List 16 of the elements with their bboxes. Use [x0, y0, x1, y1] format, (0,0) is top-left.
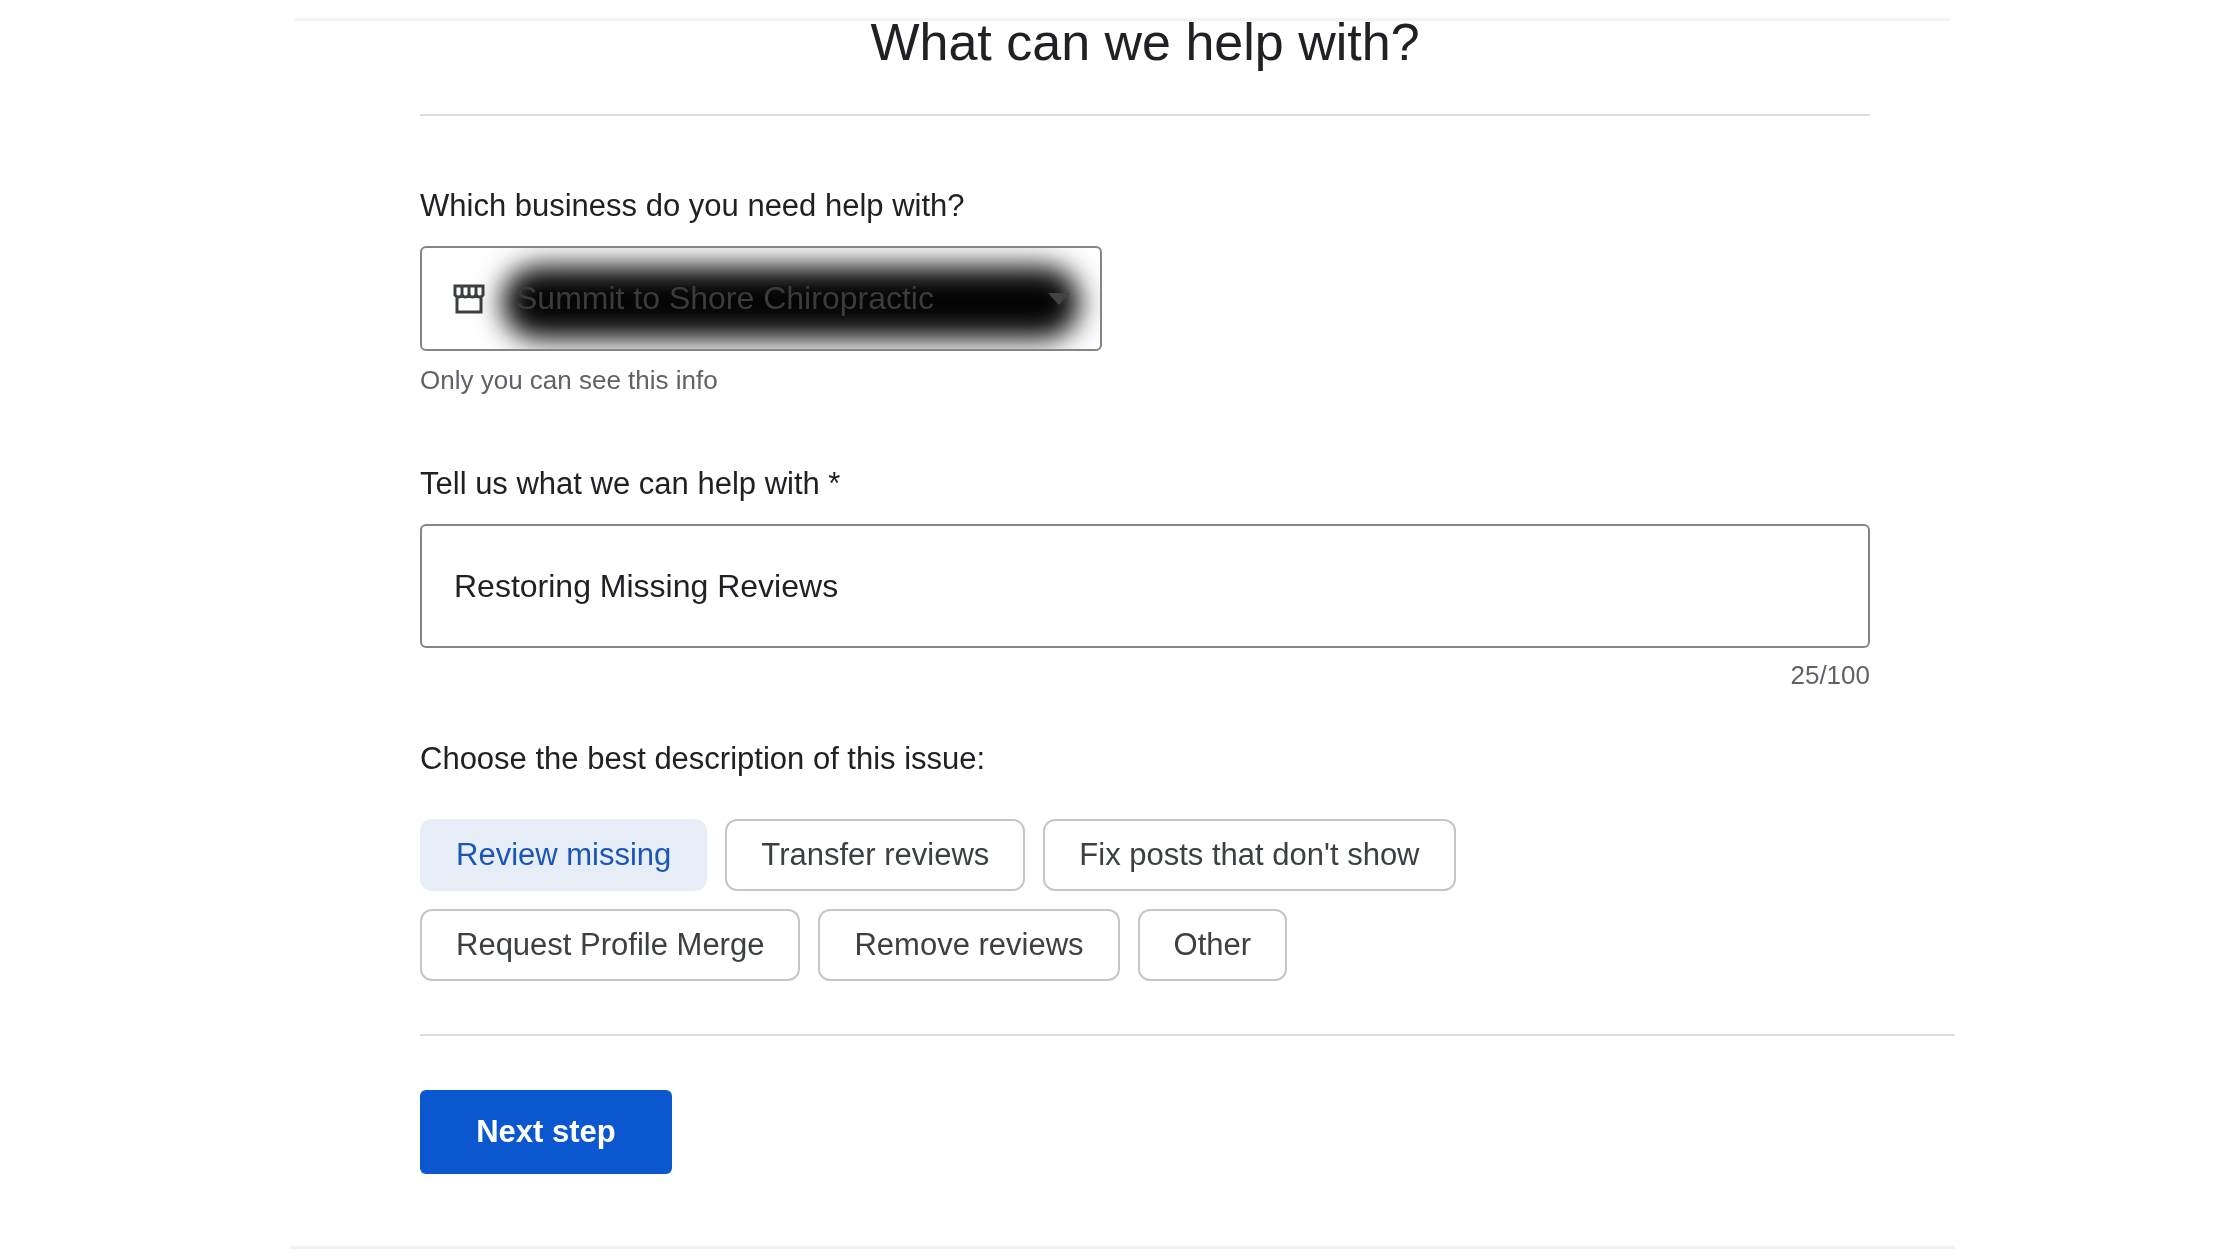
helper-text: Only you can see this info	[420, 365, 719, 396]
page-title: What can we help with?	[869, 12, 1421, 73]
option-chip[interactable]: Transfer reviews	[725, 819, 1026, 891]
question-label: Choose the best description of this issue:	[420, 741, 987, 777]
option-chip[interactable]: Request Profile Merge	[420, 909, 801, 981]
option-chip[interactable]: Fix posts that don't show	[1043, 819, 1456, 891]
option-chip[interactable]: Remove reviews	[818, 909, 1120, 981]
issue-field[interactable]: Restoring Missing Reviews	[420, 524, 1870, 648]
next-step-button[interactable]: Next step	[420, 1090, 672, 1174]
option-chip[interactable]: Review missing	[420, 819, 708, 891]
storefront-icon	[452, 282, 486, 315]
option-chip[interactable]: Other	[1137, 909, 1288, 981]
character-counter: 25/100	[1790, 660, 1870, 691]
dropdown-caret-icon	[1048, 292, 1070, 305]
field-label: Tell us what we can help with *	[420, 466, 842, 502]
field-label: Which business do you need help with?	[420, 188, 966, 224]
